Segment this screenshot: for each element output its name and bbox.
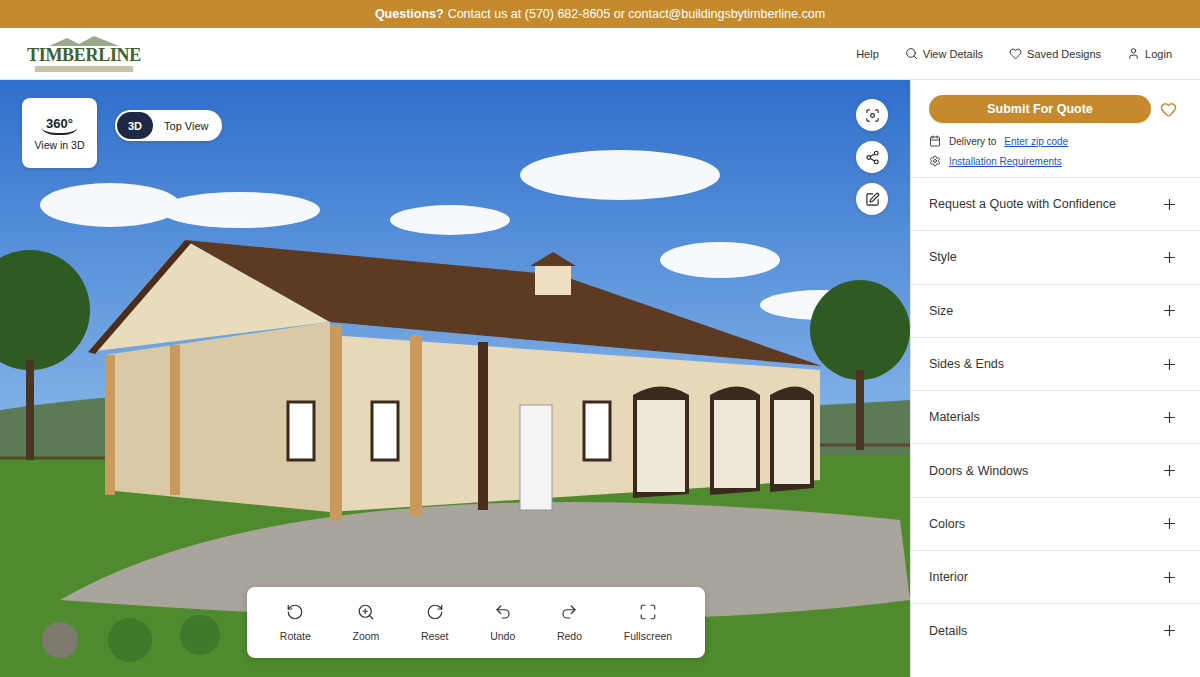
mountain-icon bbox=[49, 36, 119, 46]
tool-button[interactable]: Undo bbox=[488, 599, 517, 646]
nav-icon bbox=[1009, 47, 1022, 60]
section-item[interactable]: Interior bbox=[911, 550, 1200, 603]
installation-link[interactable]: Installation Requirements bbox=[949, 156, 1062, 167]
view-mode-button[interactable]: Top View bbox=[153, 112, 219, 139]
logo[interactable]: TIMBERLINE bbox=[34, 36, 134, 72]
option-sections: Request a Quote with ConfidenceStyleSize… bbox=[911, 177, 1200, 657]
focus-button[interactable] bbox=[856, 99, 888, 131]
section-item[interactable]: Sides & Ends bbox=[911, 337, 1200, 390]
configurator-page: Questions? Contact us at (570) 682-8605 o… bbox=[0, 0, 1200, 677]
zip-code-link[interactable]: Enter zip code bbox=[1004, 136, 1068, 147]
section-item[interactable]: Details bbox=[911, 603, 1200, 656]
nav-item[interactable]: Saved Designs bbox=[1009, 47, 1101, 60]
header-nav: Help View Details Saved Designs Login bbox=[856, 47, 1172, 60]
logo-text: TIMBERLINE bbox=[27, 46, 141, 64]
banner-lead: Questions? bbox=[375, 7, 444, 21]
tool-button[interactable]: Zoom bbox=[350, 599, 381, 646]
nav-icon bbox=[905, 47, 918, 60]
section-item[interactable]: Doors & Windows bbox=[911, 443, 1200, 496]
calendar-icon bbox=[929, 135, 941, 147]
tool-icon bbox=[494, 603, 512, 621]
main: 360°View in 3D 3DTop View Rotate Zoom Reset U… bbox=[0, 80, 1200, 677]
share-button[interactable] bbox=[856, 141, 888, 173]
edit-icon bbox=[865, 192, 880, 207]
tool-icon bbox=[426, 603, 444, 621]
view-mode-toggle: 3DTop View bbox=[115, 110, 222, 141]
tool-button[interactable]: Rotate bbox=[278, 599, 313, 646]
viewer-toolbar: Rotate Zoom Reset Undo Redo Fullscreen bbox=[247, 587, 705, 658]
nav-icon bbox=[1127, 47, 1140, 60]
plus-icon bbox=[1161, 409, 1178, 426]
site-header: TIMBERLINE Help View Details Saved Designs L… bbox=[0, 28, 1200, 80]
nav-item[interactable]: Help bbox=[856, 48, 879, 60]
share-icon bbox=[865, 150, 880, 165]
edit-button[interactable] bbox=[856, 183, 888, 215]
section-item[interactable]: Size bbox=[911, 284, 1200, 337]
nav-item[interactable]: View Details bbox=[905, 47, 983, 60]
section-item[interactable]: Request a Quote with Confidence bbox=[911, 177, 1200, 230]
section-item[interactable]: Colors bbox=[911, 497, 1200, 550]
gear-icon bbox=[929, 155, 941, 167]
viewer-actions bbox=[856, 99, 888, 215]
tool-button[interactable]: Fullscreen bbox=[622, 599, 674, 646]
plus-icon bbox=[1161, 249, 1178, 266]
plus-icon bbox=[1161, 622, 1178, 639]
plus-icon bbox=[1161, 302, 1178, 319]
nav-item[interactable]: Login bbox=[1127, 47, 1172, 60]
quote-panel: Submit For Quote Delivery toEnter zip cod… bbox=[911, 80, 1200, 177]
options-sidebar: Submit For Quote Delivery toEnter zip cod… bbox=[910, 80, 1200, 677]
plus-icon bbox=[1161, 515, 1178, 532]
tool-button[interactable]: Reset bbox=[419, 599, 450, 646]
delivery-row: Delivery toEnter zip code bbox=[929, 135, 1182, 147]
installation-row: Installation Requirements bbox=[929, 155, 1182, 167]
rotation-360-icon: 360° bbox=[42, 116, 77, 135]
tool-icon bbox=[639, 603, 657, 621]
tool-button[interactable]: Redo bbox=[555, 599, 584, 646]
submit-quote-button[interactable]: Submit For Quote bbox=[929, 95, 1151, 123]
plus-icon bbox=[1161, 569, 1178, 586]
view-3d-button[interactable]: 360°View in 3D bbox=[22, 98, 97, 168]
plus-icon bbox=[1161, 356, 1178, 373]
contact-banner: Questions? Contact us at (570) 682-8605 o… bbox=[0, 0, 1200, 28]
tool-icon bbox=[286, 603, 304, 621]
banner-text: Contact us at (570) 682-8605 or contact@… bbox=[448, 7, 825, 21]
section-item[interactable]: Materials bbox=[911, 390, 1200, 443]
tool-icon bbox=[560, 603, 578, 621]
logo-strip bbox=[35, 66, 133, 72]
tool-icon bbox=[357, 603, 375, 621]
plus-icon bbox=[1161, 196, 1178, 213]
focus-icon bbox=[865, 108, 880, 123]
section-item[interactable]: Style bbox=[911, 230, 1200, 283]
viewer-canvas[interactable]: 360°View in 3D 3DTop View Rotate Zoom Reset U… bbox=[0, 80, 910, 677]
favorite-heart-icon[interactable] bbox=[1160, 101, 1177, 118]
view-mode-button[interactable]: 3D bbox=[117, 112, 153, 139]
plus-icon bbox=[1161, 462, 1178, 479]
